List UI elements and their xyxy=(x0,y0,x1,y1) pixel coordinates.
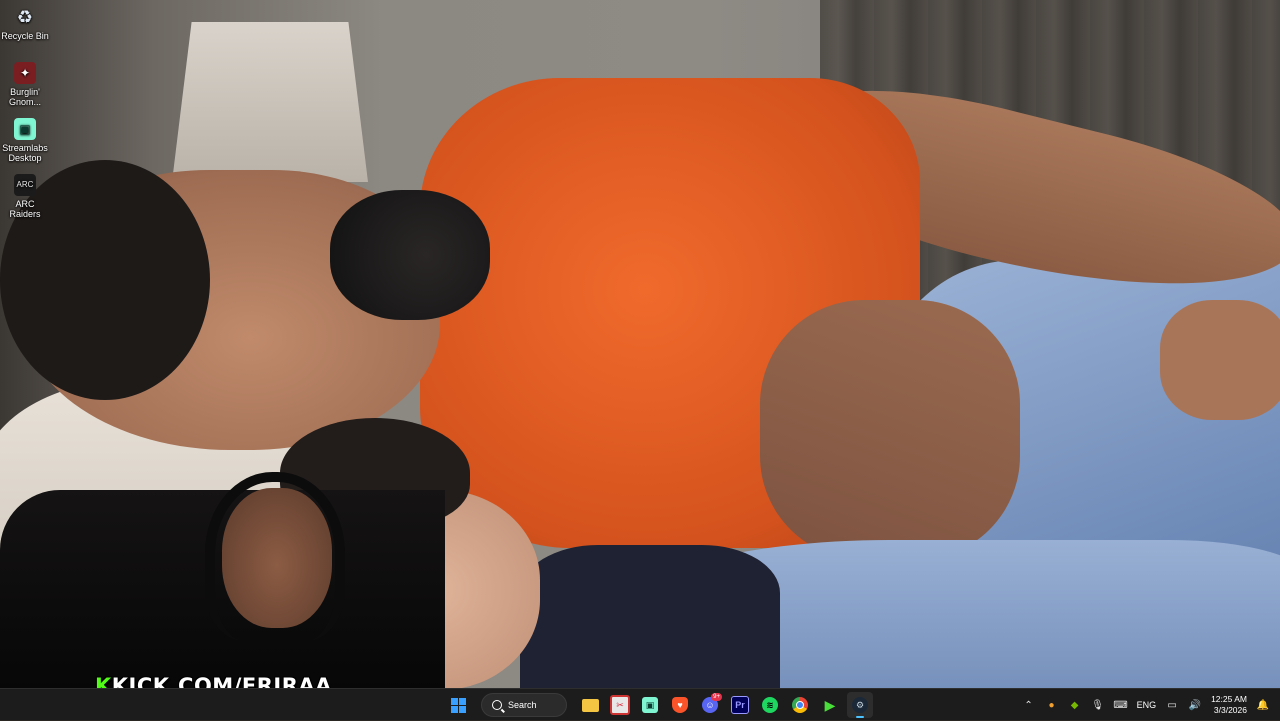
volume-icon[interactable]: 🔊 xyxy=(1188,698,1202,712)
clock[interactable]: 12:25 AM 3/3/2026 xyxy=(1211,694,1247,716)
spotify-button[interactable]: ≋ xyxy=(757,692,783,718)
wallpaper-lamp xyxy=(172,22,368,182)
taskbar-apps: Search ✂ ▣ ♥ ☺ 9+ Pr ≋ ▶ ⚙ xyxy=(445,689,873,721)
file-explorer-button[interactable] xyxy=(577,692,603,718)
system-tray: ⌃ ● ◆ 🎙 ⌨ ENG ▭ 🔊 12:25 AM 3/3/2026 🔔 xyxy=(1022,689,1270,721)
streamlabs-app-icon: ▣ xyxy=(642,697,658,713)
streamlabs-icon: ▣ xyxy=(14,118,36,140)
start-icon xyxy=(450,697,466,713)
desktop-icon-streamlabs[interactable]: ▣ Streamlabs Desktop xyxy=(0,114,50,163)
network-icon[interactable]: ▭ xyxy=(1165,698,1179,712)
search-button[interactable]: Search xyxy=(481,693,567,717)
game-launcher-button[interactable]: ▶ xyxy=(817,692,843,718)
desktop-icon-label: Recycle Bin xyxy=(1,31,49,41)
search-icon xyxy=(492,700,502,710)
wallpaper-forearm xyxy=(760,300,1020,560)
snipping-tool-icon: ✂ xyxy=(610,695,630,715)
start-button[interactable] xyxy=(445,692,471,718)
language-indicator[interactable]: ENG xyxy=(1137,700,1157,710)
streamlabs-app-button[interactable]: ▣ xyxy=(637,692,663,718)
discord-button[interactable]: ☺ 9+ xyxy=(697,692,723,718)
spotify-icon: ≋ xyxy=(762,697,778,713)
desktop-icon-label: ARC Raiders xyxy=(9,199,41,219)
taskbar: Search ✂ ▣ ♥ ☺ 9+ Pr ≋ ▶ ⚙ ⌃ ● ◆ 🎙 ⌨ ENG… xyxy=(0,688,1280,720)
chrome-icon xyxy=(792,697,808,713)
file-explorer-icon xyxy=(581,698,599,712)
chrome-button[interactable] xyxy=(787,692,813,718)
notification-bell-icon[interactable]: 🔔 xyxy=(1256,698,1270,712)
brave-icon: ♥ xyxy=(672,697,688,713)
recycle-bin-icon: ♻ xyxy=(16,7,34,27)
brave-button[interactable]: ♥ xyxy=(667,692,693,718)
desktop-icon-arc-raiders[interactable]: ARC ARC Raiders xyxy=(0,170,50,219)
search-label: Search xyxy=(508,700,537,710)
discord-notification-badge: 9+ xyxy=(711,693,722,701)
snipping-tool-button[interactable]: ✂ xyxy=(607,692,633,718)
microphone-icon[interactable]: 🎙 xyxy=(1091,698,1105,712)
desktop-wallpaper xyxy=(0,0,1280,688)
arc-raiders-icon: ARC xyxy=(14,174,36,196)
desktop-icon-label: Burglin' Gnom... xyxy=(8,87,41,107)
nvidia-icon[interactable]: ◆ xyxy=(1068,698,1082,712)
desktop-icon-burglin-gnomes[interactable]: ✦ Burglin' Gnom... xyxy=(0,58,50,107)
wallpaper-headphones xyxy=(330,190,490,320)
webcam-hood xyxy=(205,472,345,642)
premiere-pro-icon: Pr xyxy=(731,696,749,714)
clock-time: 12:25 AM xyxy=(1211,694,1247,704)
desktop-icon-recycle-bin[interactable]: ♻ Recycle Bin xyxy=(0,2,50,41)
desktop-icon-label: Streamlabs Desktop xyxy=(2,143,48,163)
keyboard-icon[interactable]: ⌨ xyxy=(1113,698,1127,712)
tray-app-icon[interactable]: ● xyxy=(1045,698,1059,712)
clock-date: 3/3/2026 xyxy=(1213,705,1247,715)
premiere-pro-button[interactable]: Pr xyxy=(727,692,753,718)
burglin-gnomes-icon: ✦ xyxy=(14,62,36,84)
chevron-up-icon[interactable]: ⌃ xyxy=(1022,698,1036,712)
game-launcher-icon: ▶ xyxy=(824,696,836,713)
wallpaper-kid-shirt xyxy=(520,545,780,688)
steam-icon: ⚙ xyxy=(852,697,868,713)
steam-button[interactable]: ⚙ xyxy=(847,692,873,718)
wallpaper-hand xyxy=(1160,300,1280,420)
